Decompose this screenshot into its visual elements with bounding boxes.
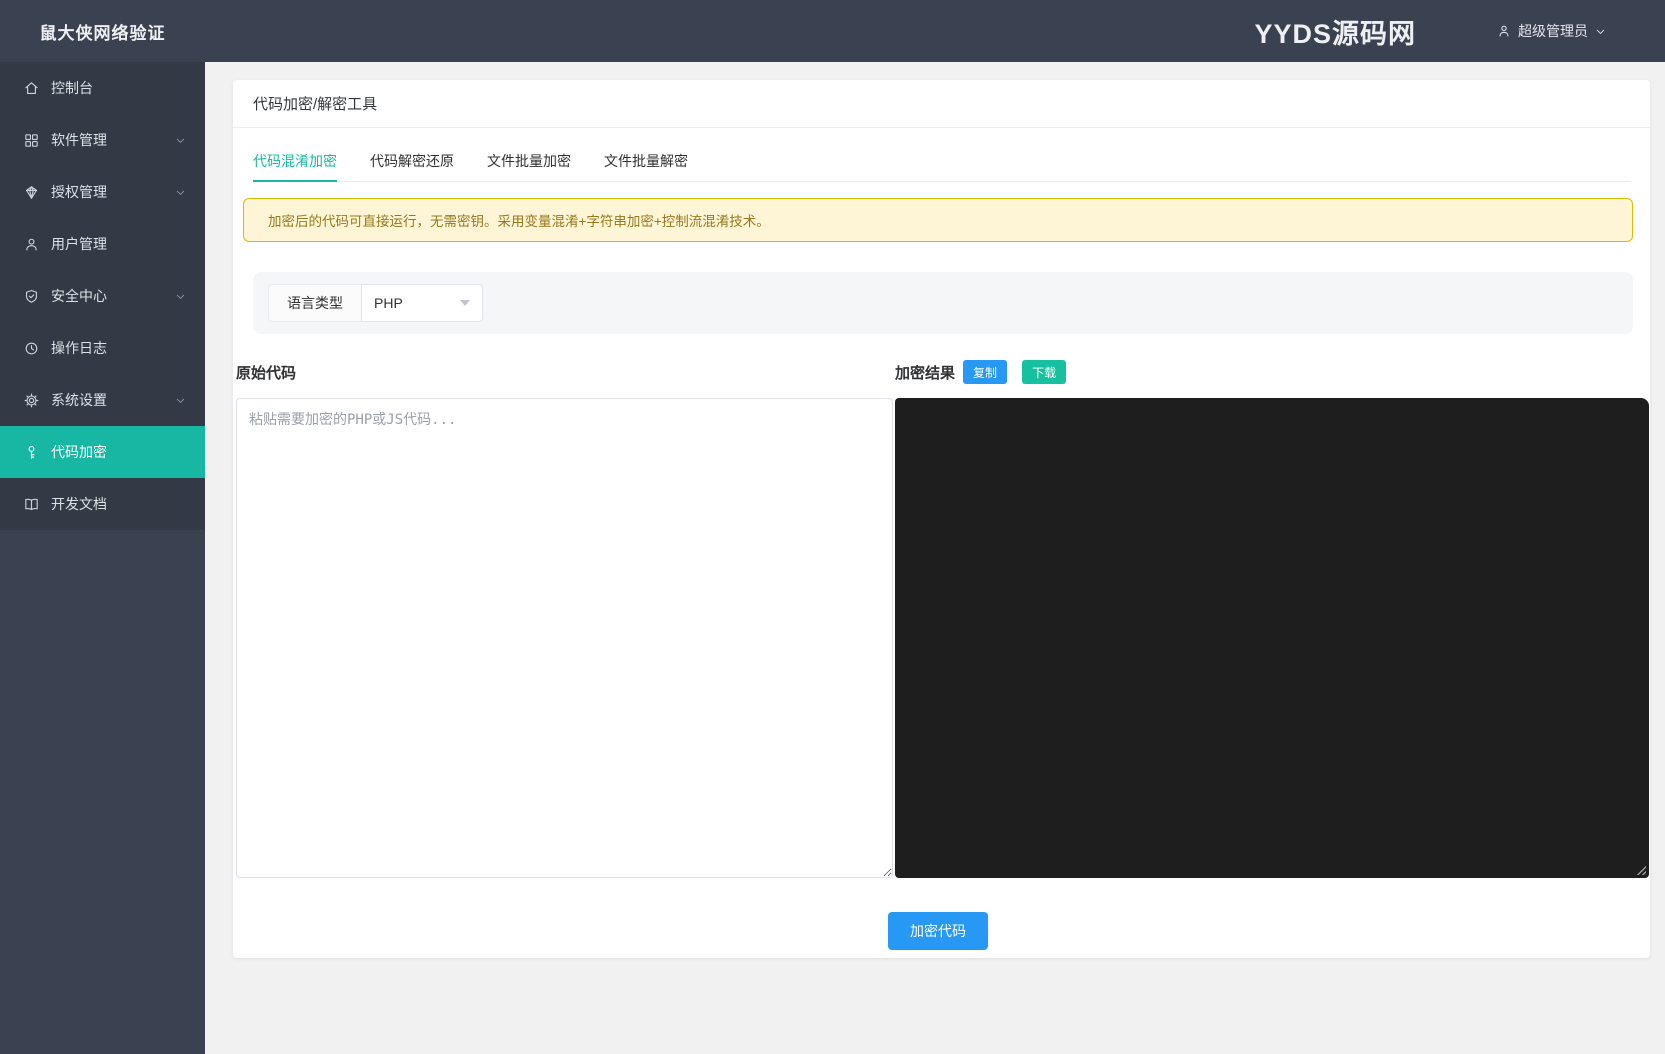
sidebar-item-label: 系统设置 [51, 390, 174, 410]
clock-icon [23, 340, 40, 357]
encrypted-output-area[interactable] [895, 398, 1649, 878]
language-select[interactable]: PHP [361, 284, 483, 322]
download-button[interactable]: 下载 [1022, 360, 1066, 384]
gear-icon [23, 392, 40, 409]
sidebar-item-label: 控制台 [51, 78, 187, 98]
card-body: 加密后的代码可直接运行，无需密钥。采用变量混淆+字符串加密+控制流混淆技术。 语… [233, 182, 1650, 950]
chevron-down-icon [174, 134, 187, 147]
sidebar-item-logs[interactable]: 操作日志 [0, 322, 205, 374]
sidebar-filler [0, 530, 205, 1054]
source-code-textarea[interactable] [236, 398, 893, 878]
caret-down-icon [460, 300, 470, 306]
tab-obfuscate-encrypt[interactable]: 代码混淆加密 [253, 141, 337, 181]
tool-card: 代码加密/解密工具 代码混淆加密代码解密还原文件批量加密文件批量解密 加密后的代… [233, 80, 1650, 958]
chevron-down-icon [174, 186, 187, 199]
sidebar-item-label: 开发文档 [51, 494, 187, 514]
tab-batch-encrypt[interactable]: 文件批量加密 [487, 141, 571, 181]
sidebar-item-label: 操作日志 [51, 338, 187, 358]
app-root: 鼠大侠网络验证 控制台软件管理授权管理用户管理安全中心操作日志系统设置代码加密开… [0, 0, 1665, 1054]
encrypt-button[interactable]: 加密代码 [888, 912, 988, 950]
sidebar-item-users[interactable]: 用户管理 [0, 218, 205, 270]
sidebar-menu: 控制台软件管理授权管理用户管理安全中心操作日志系统设置代码加密开发文档 [0, 62, 205, 530]
chevron-down-icon [174, 290, 187, 303]
result-label: 加密结果 [895, 362, 955, 383]
sidebar-item-docs[interactable]: 开发文档 [0, 478, 205, 530]
gem-icon [23, 184, 40, 201]
content-area: 代码加密/解密工具 代码混淆加密代码解密还原文件批量加密文件批量解密 加密后的代… [205, 62, 1665, 1054]
language-label: 语言类型 [268, 284, 361, 322]
sidebar-item-settings[interactable]: 系统设置 [0, 374, 205, 426]
sidebar-item-security[interactable]: 安全中心 [0, 270, 205, 322]
sidebar-item-label: 软件管理 [51, 130, 174, 150]
chevron-down-icon [1594, 25, 1607, 38]
book-icon [23, 496, 40, 513]
language-selected-value: PHP [374, 295, 403, 311]
apps-icon [23, 132, 40, 149]
editors-row [236, 398, 1649, 878]
sidebar-item-label: 安全中心 [51, 286, 174, 306]
user-icon [23, 236, 40, 253]
sidebar-item-label: 用户管理 [51, 234, 187, 254]
sidebar-item-label: 授权管理 [51, 182, 174, 202]
sidebar-item-label: 代码加密 [51, 442, 187, 462]
info-alert-text: 加密后的代码可直接运行，无需密钥。采用变量混淆+字符串加密+控制流混淆技术。 [268, 210, 770, 230]
person-icon [1496, 23, 1512, 39]
sidebar: 鼠大侠网络验证 控制台软件管理授权管理用户管理安全中心操作日志系统设置代码加密开… [0, 0, 205, 1054]
sidebar-item-console[interactable]: 控制台 [0, 62, 205, 114]
brand-title: YYDS源码网 [1254, 12, 1416, 51]
tab-batch-decrypt[interactable]: 文件批量解密 [604, 141, 688, 181]
page-title: 代码加密/解密工具 [233, 80, 1650, 128]
language-control: 语言类型 PHP [268, 284, 483, 322]
result-header: 加密结果 复制 下载 [895, 360, 1066, 384]
action-row: 加密代码 [243, 912, 1633, 950]
tabs-nav: 代码混淆加密代码解密还原文件批量加密文件批量解密 [253, 128, 1630, 182]
user-menu[interactable]: 超级管理员 [1496, 21, 1607, 41]
sidebar-logo: 鼠大侠网络验证 [0, 0, 205, 62]
copy-button[interactable]: 复制 [963, 360, 1007, 384]
sidebar-item-license[interactable]: 授权管理 [0, 166, 205, 218]
home-icon [23, 80, 40, 97]
language-panel: 语言类型 PHP [253, 272, 1633, 334]
chevron-down-icon [174, 394, 187, 407]
main-column: YYDS源码网 超级管理员 代码加密/解密工具 代码混淆加密代码解密还原文件批量… [205, 0, 1665, 1054]
tab-decrypt-restore[interactable]: 代码解密还原 [370, 141, 454, 181]
key-icon [23, 444, 40, 461]
info-alert: 加密后的代码可直接运行，无需密钥。采用变量混淆+字符串加密+控制流混淆技术。 [243, 198, 1633, 242]
top-header: YYDS源码网 超级管理员 [205, 0, 1665, 62]
shield-icon [23, 288, 40, 305]
editor-labels-row: 原始代码 加密结果 复制 下载 [236, 360, 1649, 384]
user-name: 超级管理员 [1518, 21, 1588, 41]
source-label: 原始代码 [236, 362, 893, 383]
sidebar-item-software[interactable]: 软件管理 [0, 114, 205, 166]
sidebar-item-code-encrypt[interactable]: 代码加密 [0, 426, 205, 478]
